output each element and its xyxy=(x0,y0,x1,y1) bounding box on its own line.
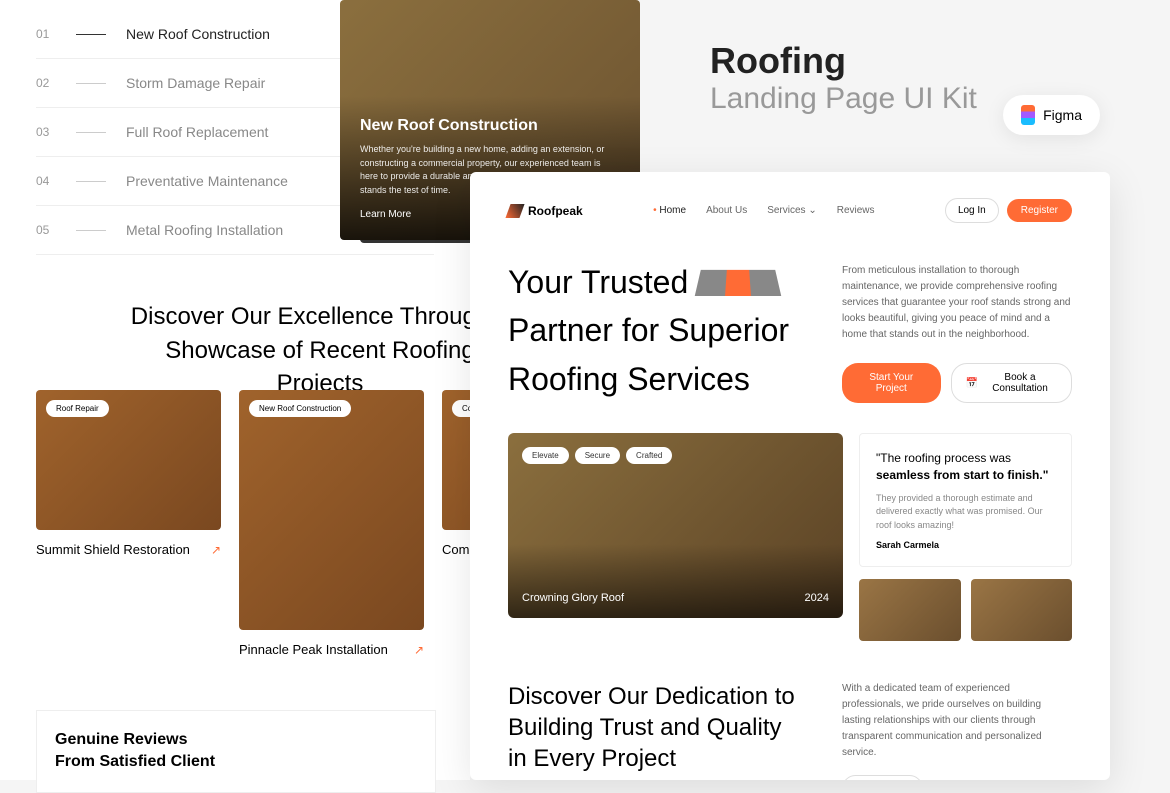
figma-badge[interactable]: Figma xyxy=(1003,95,1100,135)
hero-section: Your Trusted Partner for Superior Roofin… xyxy=(508,263,1072,403)
learn-more-button[interactable]: Learn More xyxy=(842,775,923,780)
figma-icon xyxy=(1021,105,1035,125)
reviews-box: Genuine ReviewsFrom Satisfied Client xyxy=(36,710,436,793)
project-year: 2024 xyxy=(805,592,829,604)
hero-card-title: New Roof Construction xyxy=(360,117,620,135)
reviews-title: Genuine ReviewsFrom Satisfied Client xyxy=(55,729,417,774)
nav-services[interactable]: Services ⌄ xyxy=(767,205,817,216)
book-consultation-button[interactable]: 📅Book a Consultation xyxy=(951,363,1072,403)
thumbnail-image[interactable] xyxy=(971,579,1073,641)
showcase-title: Discover Our Excellence Through a Showca… xyxy=(120,300,520,401)
testimonial-author: Sarah Carmela xyxy=(876,540,1055,550)
login-button[interactable]: Log In xyxy=(945,198,999,223)
project-name: Crowning Glory Roof xyxy=(522,592,624,604)
logo[interactable]: Roofpeak xyxy=(508,204,583,218)
thumbnail-image[interactable] xyxy=(859,579,961,641)
calendar-icon: 📅 xyxy=(966,378,978,389)
hero-heading: Your Trusted Partner for Superior Roofin… xyxy=(508,263,802,398)
roof-icon xyxy=(695,270,781,296)
register-button[interactable]: Register xyxy=(1007,199,1072,222)
page-title: Roofing Landing Page UI Kit xyxy=(710,40,977,116)
dedication-title: Discover Our Dedication to Building Trus… xyxy=(508,681,802,780)
nav-bar: Roofpeak Home About Us Services ⌄ Review… xyxy=(508,198,1072,223)
nav-reviews[interactable]: Reviews xyxy=(837,205,875,216)
landing-page-preview: Roofpeak Home About Us Services ⌄ Review… xyxy=(470,172,1110,780)
logo-icon xyxy=(505,204,524,218)
hero-description: From meticulous installation to thorough… xyxy=(842,263,1072,343)
chip: Crafted xyxy=(626,447,672,464)
chip: Elevate xyxy=(522,447,569,464)
featured-project-image: Elevate Secure Crafted Crowning Glory Ro… xyxy=(508,433,843,618)
nav-home[interactable]: Home xyxy=(653,205,686,216)
arrow-icon: ↗ xyxy=(414,643,424,657)
chevron-down-icon: ⌄ xyxy=(808,205,816,216)
project-card[interactable]: Roof Repair Summit Shield Restoration↗ xyxy=(36,390,221,657)
chip: Secure xyxy=(575,447,620,464)
project-card[interactable]: New Roof Construction Pinnacle Peak Inst… xyxy=(239,390,424,657)
arrow-icon: ↗ xyxy=(211,543,221,557)
nav-links: Home About Us Services ⌄ Reviews xyxy=(653,205,874,216)
testimonial-card: "The roofing process was seamless from s… xyxy=(859,433,1072,567)
nav-about[interactable]: About Us xyxy=(706,205,747,216)
dedication-section: Discover Our Dedication to Building Trus… xyxy=(508,681,1072,780)
start-project-button[interactable]: Start Your Project xyxy=(842,363,941,403)
dedication-desc: With a dedicated team of experienced pro… xyxy=(842,681,1072,761)
